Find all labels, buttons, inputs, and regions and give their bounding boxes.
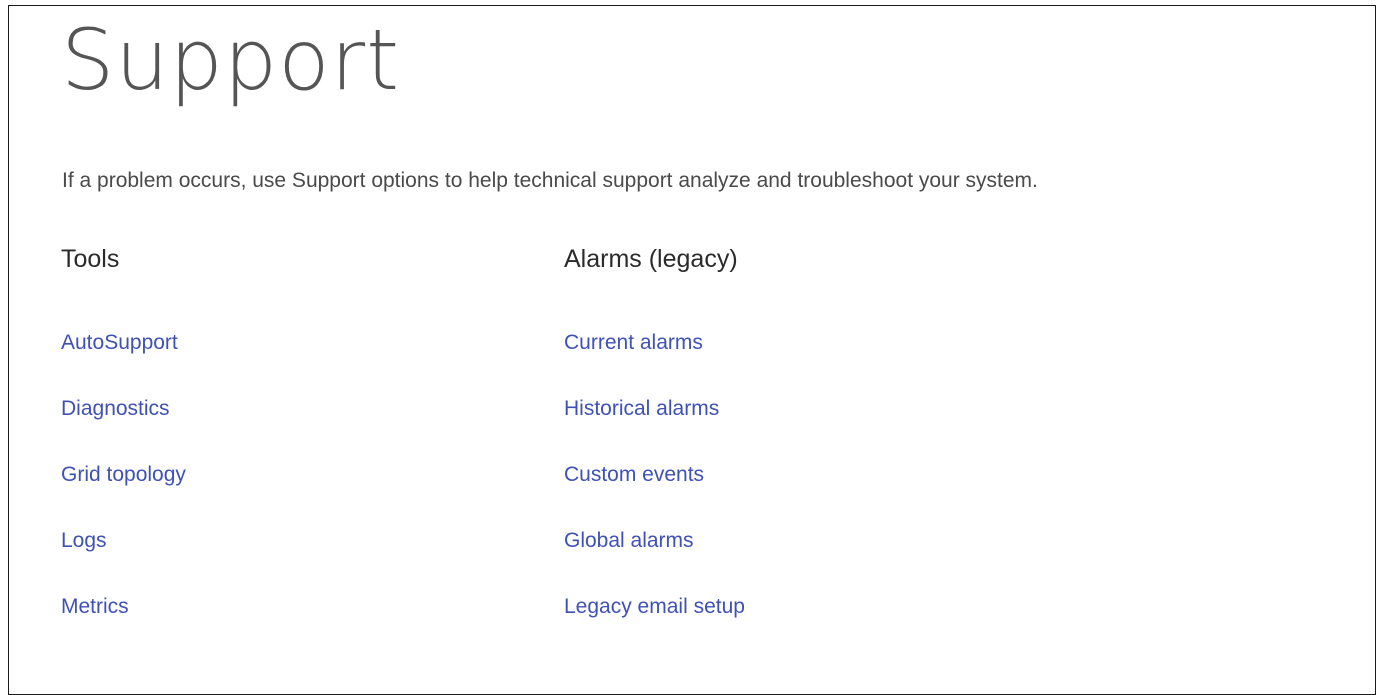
- grid-topology-link[interactable]: Grid topology: [61, 460, 186, 490]
- legacy-email-setup-link[interactable]: Legacy email setup: [564, 592, 745, 622]
- tools-link-list: AutoSupport Diagnostics Grid topology Lo…: [61, 328, 186, 658]
- list-item: Grid topology: [61, 460, 186, 526]
- list-item: Diagnostics: [61, 394, 186, 460]
- historical-alarms-link[interactable]: Historical alarms: [564, 394, 719, 424]
- list-item: Global alarms: [564, 526, 745, 592]
- page-title: Support: [61, 11, 401, 109]
- support-page-frame: Support If a problem occurs, use Support…: [8, 5, 1376, 695]
- page-description: If a problem occurs, use Support options…: [62, 169, 1038, 192]
- current-alarms-link[interactable]: Current alarms: [564, 328, 703, 358]
- tools-section: Tools AutoSupport Diagnostics Grid topol…: [61, 242, 186, 618]
- list-item: Logs: [61, 526, 186, 592]
- global-alarms-link[interactable]: Global alarms: [564, 526, 694, 556]
- list-item: Historical alarms: [564, 394, 745, 460]
- alarms-legacy-heading: Alarms (legacy): [564, 245, 738, 273]
- logs-link[interactable]: Logs: [61, 526, 107, 556]
- custom-events-link[interactable]: Custom events: [564, 460, 704, 490]
- list-item: Legacy email setup: [564, 592, 745, 658]
- metrics-link[interactable]: Metrics: [61, 592, 129, 622]
- tools-heading: Tools: [61, 245, 120, 273]
- list-item: Metrics: [61, 592, 186, 658]
- list-item: AutoSupport: [61, 328, 186, 394]
- alarms-link-list: Current alarms Historical alarms Custom …: [564, 328, 745, 658]
- list-item: Current alarms: [564, 328, 745, 394]
- autosupport-link[interactable]: AutoSupport: [61, 328, 178, 358]
- alarms-legacy-section: Alarms (legacy) Current alarms Historica…: [564, 242, 745, 618]
- diagnostics-link[interactable]: Diagnostics: [61, 394, 170, 424]
- list-item: Custom events: [564, 460, 745, 526]
